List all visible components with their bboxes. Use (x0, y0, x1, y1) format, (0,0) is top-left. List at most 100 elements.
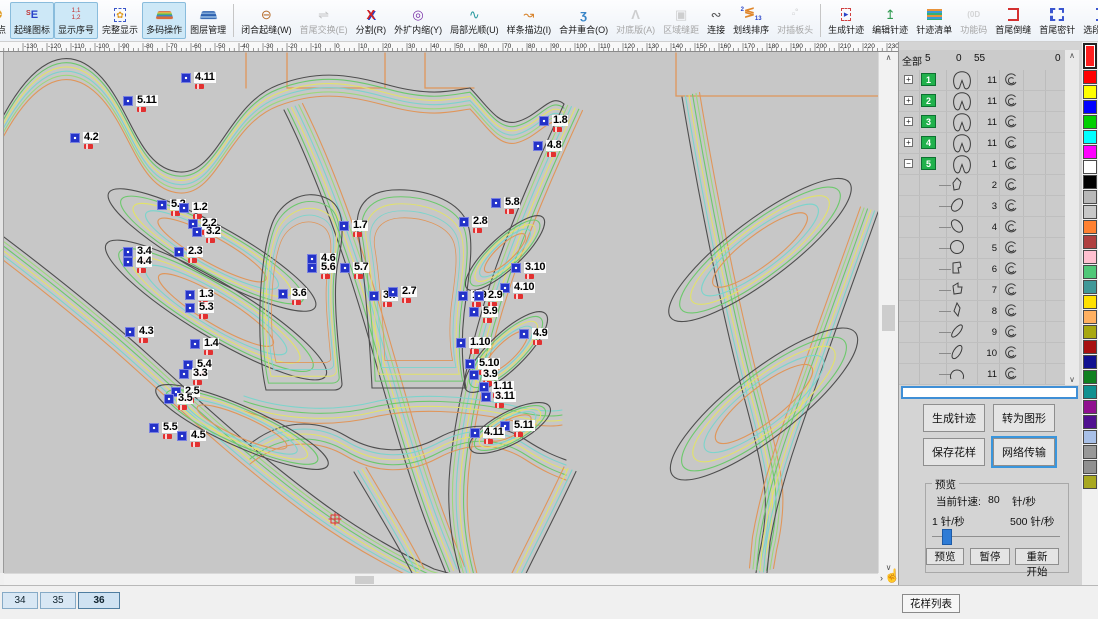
color-swatch[interactable] (1083, 400, 1097, 414)
color-swatch[interactable] (1083, 250, 1097, 264)
object-row[interactable]: 7 (899, 280, 1065, 301)
stitch-label[interactable]: 2.8 (459, 216, 488, 230)
expand-icon[interactable]: + (904, 96, 913, 105)
horizontal-scrollbar[interactable] (4, 573, 878, 585)
color-swatch[interactable] (1083, 325, 1097, 339)
object-row[interactable]: +411 (899, 133, 1065, 154)
color-swatch[interactable] (1083, 445, 1097, 459)
color-swatch[interactable] (1083, 190, 1097, 204)
toolbar-button-backtack-ends[interactable]: 首尾倒缝 (991, 2, 1035, 39)
object-row[interactable]: 5 (899, 238, 1065, 259)
vertical-scroll-thumb[interactable] (882, 305, 895, 331)
toolbar-button-layer-manager[interactable]: 图层管理 (186, 2, 230, 39)
stitch-label[interactable]: 5.3 (185, 302, 214, 316)
color-swatch[interactable] (1083, 220, 1097, 234)
stitch-label[interactable]: 1.4 (190, 338, 219, 352)
stitch-label[interactable]: 1.8 (539, 115, 568, 129)
stitch-label[interactable]: 3.10 (511, 262, 546, 276)
save-pattern-button[interactable]: 保存花样 (923, 438, 985, 466)
stitch-label[interactable]: 3.5 (164, 393, 193, 407)
color-swatch[interactable] (1083, 295, 1097, 309)
color-swatch[interactable] (1083, 355, 1097, 369)
stitch-label[interactable]: 5.9 (469, 306, 498, 320)
color-swatch[interactable] (1083, 385, 1097, 399)
toolbar-button-multi-code[interactable]: 多码操作 (142, 2, 186, 39)
color-swatch[interactable] (1083, 310, 1097, 324)
pattern-tab-35[interactable]: 35 (40, 592, 76, 609)
stitch-label[interactable]: 3.11 (481, 391, 516, 405)
color-swatch[interactable] (1083, 475, 1097, 489)
toolbar-button-generate-stitches[interactable]: ▸生成针迹 (824, 2, 868, 39)
stitch-label[interactable]: 1.10 (456, 337, 491, 351)
stitch-label[interactable]: 5.11 (123, 95, 158, 109)
color-swatch[interactable] (1083, 85, 1097, 99)
toolbar-button-edit-stitches[interactable]: ↥编辑针迹 (868, 2, 912, 39)
stitch-label[interactable]: 2.7 (388, 286, 417, 300)
object-row[interactable]: 6 (899, 259, 1065, 280)
toolbar-button-local-smooth[interactable]: ∿局部光顺(U) (446, 2, 503, 39)
color-swatch[interactable] (1083, 100, 1097, 114)
design-canvas[interactable]: 4.115.114.25.21.22.23.23.44.42.31.35.34.… (4, 52, 878, 573)
object-row[interactable]: 10 (899, 343, 1065, 364)
horizontal-scroll-thumb[interactable] (355, 576, 374, 584)
toolbar-button-show-sequence[interactable]: 1,11,2显示序号 (54, 2, 98, 39)
toolbar-button-split[interactable]: X分割(R) (352, 2, 391, 39)
color-swatch[interactable] (1083, 130, 1097, 144)
stitch-label[interactable]: 4.8 (533, 140, 562, 154)
color-swatch[interactable] (1083, 340, 1097, 354)
toolbar-button-spline-outline[interactable]: ↝样条描边(I) (503, 2, 556, 39)
object-row[interactable]: +311 (899, 112, 1065, 133)
toolbar-button-origin[interactable]: ❂原点 (0, 2, 10, 39)
pattern-tab-34[interactable]: 34 (2, 592, 38, 609)
tab-pattern-list[interactable]: 花样列表 (902, 594, 960, 613)
stitch-label[interactable]: 1.7 (339, 220, 368, 234)
stitch-label[interactable]: 4.10 (500, 282, 535, 296)
color-swatch[interactable] (1083, 70, 1097, 84)
toolbar-button-line-sort[interactable]: 2≶13划线排序 (729, 2, 773, 39)
network-transfer-button[interactable]: 网络传输 (993, 438, 1055, 466)
stitch-label[interactable]: 2.3 (174, 246, 203, 260)
color-swatch[interactable] (1083, 145, 1097, 159)
toolbar-button-merge-overlap[interactable]: ʒ合并重合(O) (555, 2, 612, 39)
toolbar-button-dense-ends[interactable]: 首尾密针 (1035, 2, 1079, 39)
stitch-label[interactable]: 5.8 (491, 197, 520, 211)
color-swatch[interactable] (1083, 160, 1097, 174)
pattern-name-input[interactable] (901, 386, 1078, 399)
list-scroll-up-icon[interactable]: ∧ (1065, 51, 1079, 60)
pause-button[interactable]: 暂停 (970, 548, 1010, 565)
color-swatch[interactable] (1083, 175, 1097, 189)
stitch-label[interactable]: 3.6 (278, 288, 307, 302)
stitch-label[interactable]: 5.7 (340, 262, 369, 276)
stitch-label[interactable]: 5.5 (149, 422, 178, 436)
color-swatch[interactable] (1083, 430, 1097, 444)
object-row[interactable]: +211 (899, 91, 1065, 112)
object-row[interactable]: 8 (899, 301, 1065, 322)
color-swatch[interactable] (1083, 43, 1097, 69)
expand-icon[interactable]: + (904, 138, 913, 147)
toolbar-button-fit-view[interactable]: ✿完整显示 (98, 2, 142, 39)
color-swatch[interactable] (1083, 280, 1097, 294)
color-swatch[interactable] (1083, 370, 1097, 384)
preview-play-button[interactable]: 预览 (926, 548, 964, 565)
color-swatch[interactable] (1083, 205, 1097, 219)
color-swatch[interactable] (1083, 265, 1097, 279)
scroll-up-icon[interactable]: ∧ (879, 53, 898, 62)
toolbar-button-start-stitch-mark[interactable]: SE起缝图标 (10, 2, 54, 39)
object-row[interactable]: 4 (899, 217, 1065, 238)
stitch-label[interactable]: 1.2 (179, 202, 208, 216)
stitch-label[interactable]: 4.2 (70, 132, 99, 146)
object-tree-list[interactable]: +111+211+311+411−51234567891011 (899, 70, 1065, 385)
generate-stitches-button[interactable]: 生成针迹 (923, 404, 985, 432)
stitch-label[interactable]: 4.11 (181, 72, 216, 86)
toolbar-button-dense-segment[interactable]: 选段密针 (1079, 2, 1098, 39)
list-scrollbar[interactable]: ∧ ∨ (1065, 50, 1079, 385)
stitch-label[interactable]: 4.9 (519, 328, 548, 342)
color-swatch[interactable] (1083, 460, 1097, 474)
toolbar-button-stitch-list[interactable]: 针迹清单 (912, 2, 956, 39)
color-swatch[interactable] (1083, 415, 1097, 429)
convert-to-graphic-button[interactable]: 转为图形 (993, 404, 1055, 432)
stitch-label[interactable]: 4.11 (470, 427, 505, 441)
speed-slider[interactable] (942, 529, 952, 545)
stitch-label[interactable]: 5.6 (307, 262, 336, 276)
stitch-label[interactable]: 2.9 (474, 290, 503, 304)
